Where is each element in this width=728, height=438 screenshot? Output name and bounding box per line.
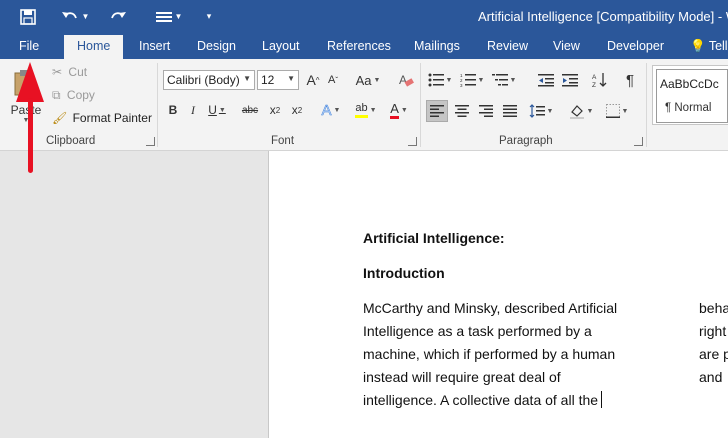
second-column-line: are p — [699, 346, 728, 362]
line-spacing-icon[interactable]: ▼ — [527, 100, 555, 122]
borders-icon[interactable]: ▼ — [602, 100, 632, 122]
sort-icon[interactable]: AZ — [590, 70, 610, 90]
style-normal[interactable]: AaBbCcDc ¶ Normal — [656, 69, 728, 123]
underline-button[interactable]: U ▼ — [206, 100, 228, 120]
group-separator — [646, 63, 647, 147]
grow-font-button[interactable]: A ^ — [304, 70, 322, 90]
format-painter-button[interactable]: 🖌 Format Painter — [52, 111, 152, 125]
decrease-indent-icon[interactable] — [536, 70, 556, 90]
tab-file[interactable]: File — [19, 39, 39, 53]
document-heading: Artificial Intelligence: — [363, 230, 505, 246]
tab-review[interactable]: Review — [487, 39, 528, 53]
increase-indent-icon[interactable] — [560, 70, 580, 90]
tab-mailings[interactable]: Mailings — [414, 39, 460, 53]
arrow-shaft — [28, 98, 33, 173]
tell-me-label: Tell — [708, 39, 728, 53]
chevron-down-icon: ▼ — [243, 74, 251, 83]
align-left-icon[interactable] — [426, 100, 448, 122]
paragraph-line: instead will require great deal of — [363, 369, 561, 385]
scissors-icon: ✂ — [52, 65, 63, 79]
chevron-down-icon: ▼ — [287, 74, 295, 83]
window-title: Artificial Intelligence [Compatibility M… — [478, 9, 728, 24]
shading-icon[interactable]: ▼ — [566, 100, 596, 122]
clear-formatting-icon[interactable]: A — [396, 70, 416, 90]
group-separator — [157, 63, 158, 147]
text-effects-button[interactable]: A ▼ — [316, 100, 346, 120]
save-icon[interactable] — [16, 0, 40, 33]
paragraph-group-label: Paragraph — [499, 135, 553, 147]
bullets-icon[interactable]: ▼ — [426, 70, 454, 90]
font-size-select[interactable]: 12 ▼ — [257, 70, 299, 90]
font-dialog-launcher[interactable] — [408, 137, 417, 146]
font-family-select[interactable]: Calibri (Body) ▼ — [163, 70, 255, 90]
paintbrush-icon: 🖌 — [52, 111, 68, 125]
group-separator — [420, 63, 421, 147]
paragraph-dialog-launcher[interactable] — [634, 137, 643, 146]
font-group-label: Font — [271, 135, 295, 147]
italic-button[interactable]: I — [186, 100, 200, 120]
copy-icon: ⧉ — [52, 88, 61, 102]
tab-insert[interactable]: Insert — [139, 39, 170, 53]
style-preview-text: AaBbCcDc — [660, 77, 719, 91]
strikethrough-button[interactable]: abc — [238, 100, 262, 120]
clipboard-dialog-launcher[interactable] — [146, 137, 155, 146]
second-column-line: beha — [699, 300, 728, 316]
tab-home[interactable]: Home — [64, 35, 124, 59]
copy-button[interactable]: ⧉ Copy — [52, 88, 95, 103]
tab-layout[interactable]: Layout — [262, 39, 300, 53]
style-name: ¶ Normal — [665, 102, 712, 114]
show-formatting-marks-button[interactable]: ¶ — [620, 70, 640, 90]
redo-icon[interactable] — [106, 0, 130, 33]
paragraph-line-with-cursor: intelligence. A collective data of all t… — [363, 389, 603, 412]
styles-gallery[interactable]: AaBbCcDc ¶ Normal — [652, 65, 728, 125]
change-case-button[interactable]: Aa ▼ — [352, 70, 384, 90]
superscript-button[interactable]: x2 — [288, 100, 306, 120]
shrink-font-button[interactable]: Aˇ — [324, 70, 342, 90]
justify-icon[interactable] — [499, 100, 521, 122]
ribbon-tabs: File Home Insert Design Layout Reference… — [0, 33, 728, 59]
svg-text:3: 3 — [460, 83, 463, 87]
svg-text:Z: Z — [592, 82, 596, 88]
arrow-head-icon — [16, 62, 44, 102]
tab-references[interactable]: References — [327, 39, 391, 53]
bold-button[interactable]: B — [166, 100, 180, 120]
touch-mode-icon[interactable]: ▼ — [152, 0, 186, 33]
second-column-line: and — [699, 369, 723, 385]
tab-developer[interactable]: Developer — [607, 39, 664, 53]
ribbon: Paste ▼ ✂ Cut ⧉ Copy 🖌 Format Painter Cl… — [0, 59, 728, 151]
cut-button[interactable]: ✂ Cut — [52, 65, 87, 79]
subscript-button[interactable]: x2 — [266, 100, 284, 120]
paragraph-line: McCarthy and Minsky, described Artificia… — [363, 300, 618, 316]
workspace-background — [0, 151, 268, 438]
svg-text:A: A — [399, 73, 407, 87]
multilevel-list-icon[interactable]: ▼ — [490, 70, 518, 90]
title-bar: ▼ ▼ ▾ Artificial Intelligence [Compatibi… — [0, 0, 728, 33]
align-right-icon[interactable] — [475, 100, 497, 122]
svg-text:A: A — [592, 74, 597, 81]
font-color-button[interactable]: A ▼ — [384, 100, 414, 120]
lightbulb-icon: 💡 — [690, 39, 706, 53]
paragraph-line: machine, which if performed by a human — [363, 346, 616, 362]
align-center-icon[interactable] — [451, 100, 473, 122]
paragraph-line: Intelligence as a task performed by a — [363, 323, 592, 339]
text-cursor — [601, 391, 603, 408]
highlight-button[interactable]: ab ▼ — [350, 100, 382, 120]
tell-me-search[interactable]: 💡 Tell — [690, 39, 728, 54]
document-page[interactable]: Artificial Intelligence: Introduction Mc… — [268, 151, 728, 438]
tab-view[interactable]: View — [553, 39, 580, 53]
customize-qat-icon[interactable]: ▾ — [202, 0, 216, 33]
undo-icon[interactable]: ▼ — [58, 0, 92, 33]
clipboard-group-label: Clipboard — [46, 135, 96, 147]
second-column-line: right — [699, 323, 727, 339]
document-subheading: Introduction — [363, 265, 445, 281]
tab-design[interactable]: Design — [197, 39, 236, 53]
numbering-icon[interactable]: 1 2 3 ▼ — [458, 70, 486, 90]
